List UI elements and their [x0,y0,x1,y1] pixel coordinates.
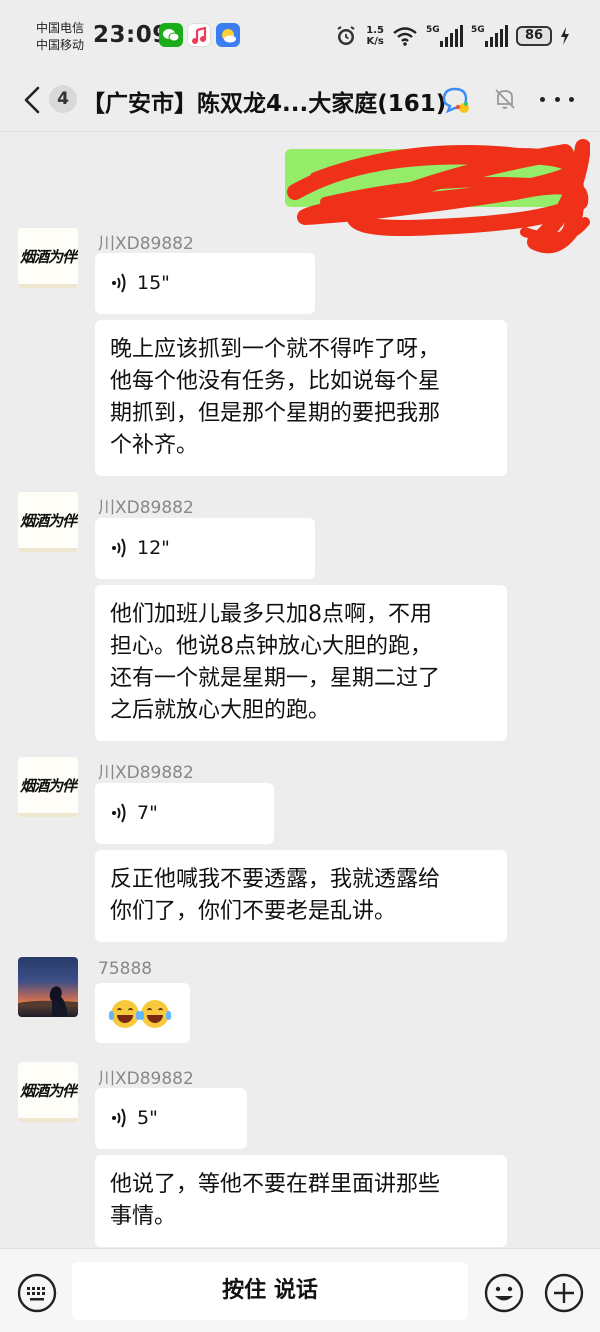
battery-level: 86 [516,26,552,46]
text-message[interactable]: 他说了，等他不要在群里面讲那些 事情。 [95,1155,507,1247]
keyboard-toggle-button[interactable] [17,1273,57,1313]
sender-name: 75888 [98,959,153,979]
dot-icon [554,96,560,102]
avatar-label: 烟酒为伴 [19,247,77,266]
weather-icon [216,23,240,47]
keyboard-icon [17,1273,57,1313]
sender-avatar[interactable]: 烟酒为伴 [18,1062,78,1122]
message-line: 之后就放心大胆的跑。 [110,698,331,723]
text-message[interactable]: 他们加班儿最多只加8点啊，不用 担心。他说8点钟放心大胆的跑， 还有一个就是星期… [95,585,507,741]
message-line: 事情。 [110,1204,177,1229]
input-bar: 按住 说话 [0,1248,600,1332]
back-button[interactable] [18,82,48,118]
voice-wave-icon [112,803,126,823]
message-line: 担心。他说8点钟放心大胆的跑， [110,634,432,659]
voice-message[interactable]: 12" [95,518,315,579]
sender-avatar[interactable] [18,957,78,1017]
music-icon [187,23,211,47]
voice-message[interactable]: 5" [95,1088,247,1149]
network-speed-unit: K/s [366,36,384,47]
sender-name: 川XD89882 [98,1069,194,1089]
status-bar: 中国电信 中国移动 23:09 1.5 K/s 5G 5G 86 [0,0,600,72]
chevron-left-icon [24,86,40,114]
emoji-message[interactable] [95,983,190,1043]
group-chat-icon[interactable] [440,84,472,116]
message-line: 他说了，等他不要在群里面讲那些 [110,1172,441,1197]
sender-name: 川XD89882 [98,234,194,254]
signal-sim2-icon: 5G [471,25,508,47]
text-message[interactable]: 反正他喊我不要透露，我就透露给 你们了，你们不要老是乱讲。 [95,850,507,942]
voice-message[interactable]: 15" [95,253,315,314]
mute-bell-icon [492,86,518,112]
message-line: 他每个他没有任务，比如说每个星 [110,369,441,394]
avatar-label: 烟酒为伴 [19,511,77,530]
sender-avatar[interactable]: 烟酒为伴 [18,228,78,288]
sim1-network-label: 5G [426,25,440,35]
sim2-network-label: 5G [471,25,485,35]
avatar-label: 烟酒为伴 [19,776,77,795]
voice-wave-icon [112,273,126,293]
smiley-icon [484,1273,524,1313]
network-speed-value: 1.5 [366,25,384,36]
charging-icon [561,27,569,45]
emoji-button[interactable] [484,1273,524,1313]
message-line: 还有一个就是星期一，星期二过了 [110,666,441,691]
chat-header: 4 【广安市】陈双龙4...大家庭(161) [0,72,600,128]
wechat-icon [159,23,183,47]
redaction-scribble [287,139,590,254]
message-line: 他们加班儿最多只加8点啊，不用 [110,602,432,627]
sender-name: 川XD89882 [98,763,194,783]
voice-message[interactable]: 7" [95,783,274,844]
message-line: 个补齐。 [110,433,199,458]
silhouette-photo [18,986,78,1017]
hold-to-talk-button[interactable]: 按住 说话 [72,1262,468,1320]
signal-sim1-icon: 5G [426,25,463,47]
message-line: 反正他喊我不要透露，我就透露给 [110,867,441,892]
more-functions-button[interactable] [544,1273,584,1313]
more-options-button[interactable] [540,86,574,112]
voice-wave-icon [112,1108,126,1128]
message-line: 晚上应该抓到一个就不得咋了呀， [110,337,441,362]
clock: 23:09 [93,22,169,48]
voice-duration: 12" [137,537,170,559]
voice-wave-icon [112,538,126,558]
carrier-info: 中国电信 中国移动 [36,20,84,54]
message-line: 你们了，你们不要老是乱讲。 [110,899,397,924]
carrier-2: 中国移动 [36,38,85,52]
unread-count-badge[interactable]: 4 [49,85,77,113]
message-line: 期抓到，但是那个星期的要把我那 [110,401,441,426]
laughing-tears-emoji-icon [109,1000,141,1028]
sender-name: 川XD89882 [98,498,194,518]
alarm-icon [337,26,355,45]
sender-avatar[interactable]: 烟酒为伴 [18,757,78,817]
status-indicators: 1.5 K/s 5G 5G 86 [334,22,570,50]
laughing-tears-emoji-icon [139,1000,171,1028]
chat-title[interactable]: 【广安市】陈双龙4...大家庭(161) [82,84,446,118]
voice-duration: 5" [137,1107,158,1129]
dot-icon [569,96,574,102]
voice-duration: 7" [137,802,158,824]
voice-duration: 15" [137,272,170,294]
wifi-icon [393,27,417,46]
text-message[interactable]: 晚上应该抓到一个就不得咋了呀， 他每个他没有任务，比如说每个星 期抓到，但是那个… [95,320,507,476]
carrier-1: 中国电信 [36,21,85,35]
dot-icon [540,96,545,102]
plus-icon [544,1273,584,1313]
network-speed: 1.5 K/s [366,25,384,47]
avatar-label: 烟酒为伴 [19,1081,77,1100]
sender-avatar[interactable]: 烟酒为伴 [18,492,78,552]
